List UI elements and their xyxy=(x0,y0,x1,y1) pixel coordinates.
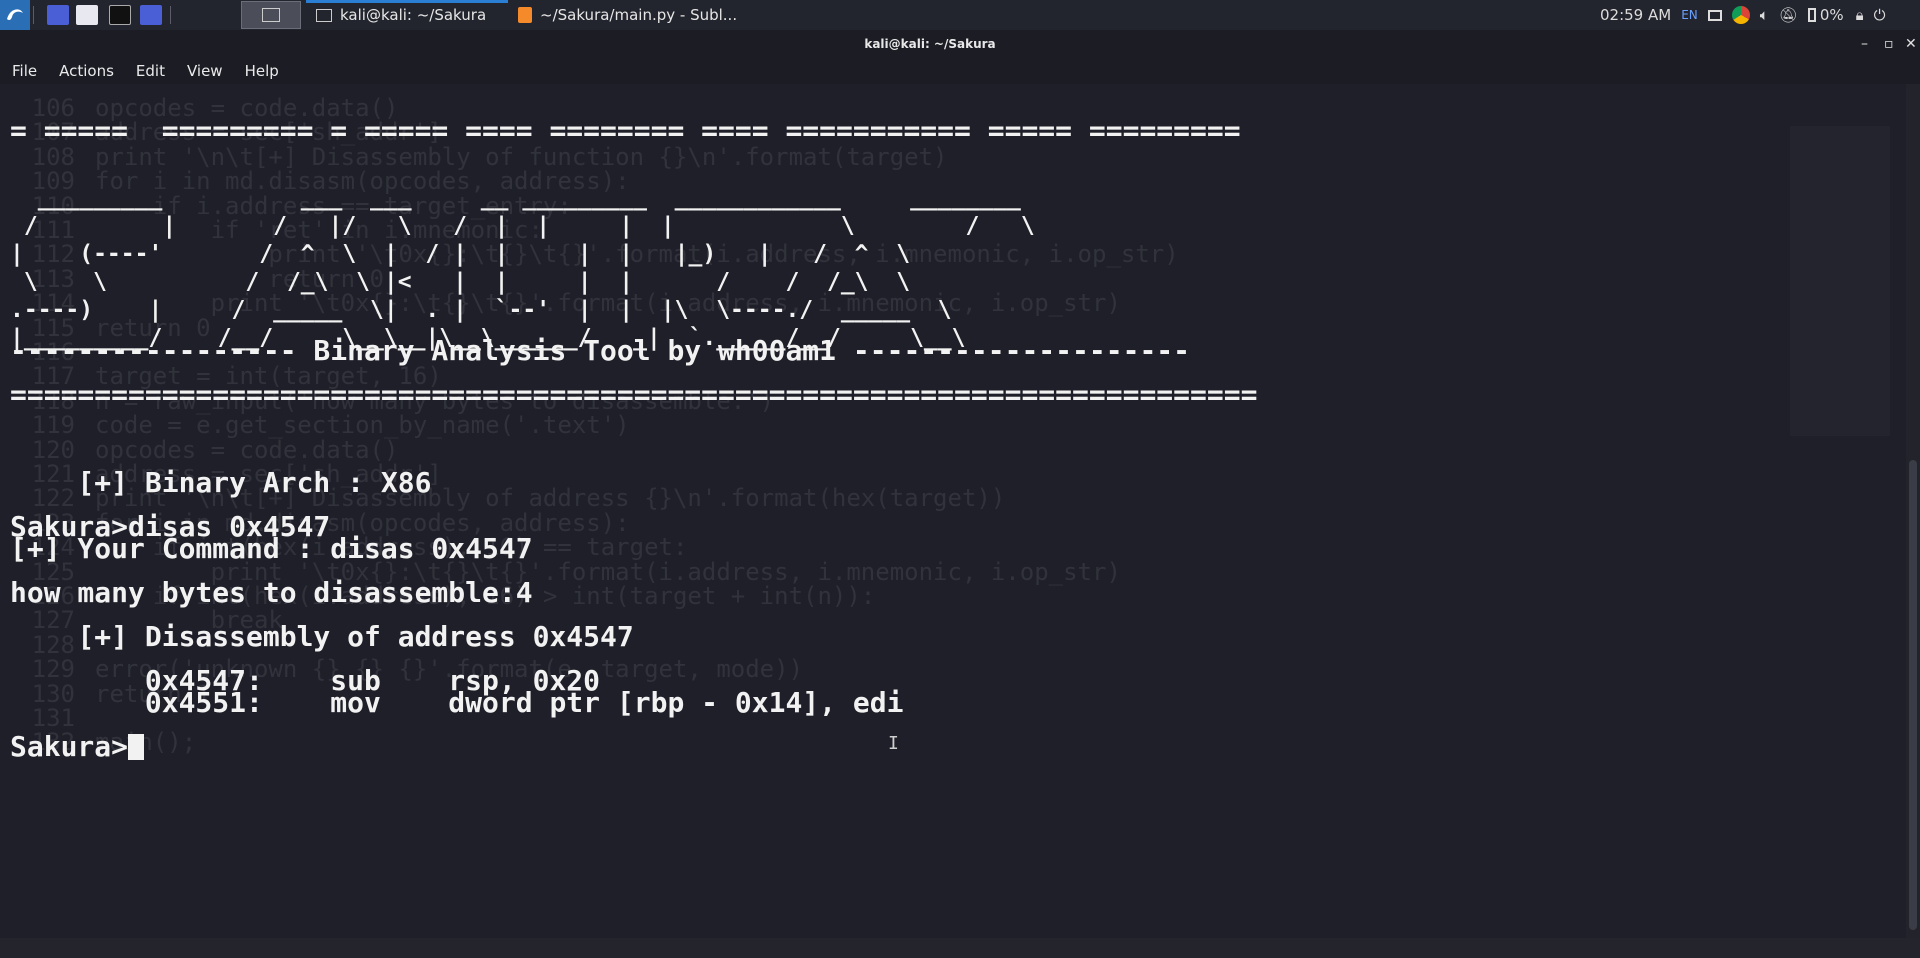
disassembly-header: [+] Disassembly of address 0x4547 xyxy=(10,620,634,653)
kali-menu-icon[interactable] xyxy=(0,0,30,30)
terminal-output[interactable]: = ===== ========= = ===== ==== ======== … xyxy=(10,84,1890,944)
display-icon[interactable] xyxy=(1707,9,1722,21)
sakura-ascii-banner: _________ ___ ___ __ _________ _________… xyxy=(10,185,1035,351)
bytes-prompt: how many bytes to disassemble:4 xyxy=(10,576,533,609)
panel-separator xyxy=(170,6,171,24)
disasm-line: 0x4551: mov dword ptr [rbp - 0x14], edi xyxy=(10,686,904,719)
mouse-ibeam-cursor: I xyxy=(888,733,899,754)
menu-actions[interactable]: Actions xyxy=(59,62,114,80)
minimize-icon[interactable]: – xyxy=(1861,36,1868,52)
keyboard-layout[interactable]: EN xyxy=(1681,8,1698,22)
menu-view[interactable]: View xyxy=(187,62,223,80)
editor-status-strip xyxy=(0,938,1920,958)
show-desktop-icon[interactable] xyxy=(47,5,69,25)
system-tray: 02:59 AM EN 🔈︎ 🔕︎ 0% 🔒︎ ⏻ xyxy=(1590,0,1885,30)
lock-icon[interactable]: 🔒︎ xyxy=(1856,6,1864,24)
subtitle-line: ----------------- Binary Analysis Tool b… xyxy=(10,334,1191,367)
terminal-icon xyxy=(316,8,332,22)
terminal-launcher-icon[interactable] xyxy=(109,5,131,25)
task-terminal[interactable]: kali@kali: ~/Sakura xyxy=(306,1,508,29)
battery-icon[interactable] xyxy=(1807,8,1816,22)
workspace-button[interactable] xyxy=(241,1,301,29)
chrome-icon[interactable] xyxy=(1731,6,1750,24)
clock[interactable]: 02:59 AM xyxy=(1600,6,1671,24)
menu-file[interactable]: File xyxy=(12,62,37,80)
file-manager-icon[interactable] xyxy=(76,5,98,25)
notifications-muted-icon[interactable]: 🔕︎ xyxy=(1779,6,1798,24)
task-label: ~/Sakura/main.py - Subl... xyxy=(540,6,738,24)
menu-help[interactable]: Help xyxy=(245,62,279,80)
task-sublime[interactable]: ~/Sakura/main.py - Subl... xyxy=(508,1,758,29)
top-panel: kali@kali: ~/Sakura ~/Sakura/main.py - S… xyxy=(0,0,1920,30)
text-cursor xyxy=(128,734,145,760)
panel-separator xyxy=(33,6,34,24)
close-icon[interactable]: ✕ xyxy=(1905,36,1917,52)
menu-edit[interactable]: Edit xyxy=(136,62,165,80)
maximize-icon[interactable]: ▫ xyxy=(1884,36,1894,52)
volume-icon[interactable]: 🔈︎ xyxy=(1760,6,1769,24)
menu-bar: File Actions Edit View Help xyxy=(0,58,1920,84)
battery-percent: 0% xyxy=(1819,6,1844,24)
window-titlebar[interactable]: kali@kali: ~/Sakura – ▫ ✕ xyxy=(0,30,1920,58)
divider-line: ========================================… xyxy=(10,378,1258,411)
power-icon[interactable]: ⏻ xyxy=(1874,6,1886,24)
prompt-text: Sakura> xyxy=(10,730,129,763)
scrollbar-thumb[interactable] xyxy=(1909,460,1917,930)
sublime-icon xyxy=(518,7,532,23)
window-title: kali@kali: ~/Sakura xyxy=(864,37,996,51)
terminal-icon xyxy=(262,8,280,22)
active-prompt[interactable]: Sakura> xyxy=(10,730,145,763)
browser-launcher-icon[interactable] xyxy=(140,5,162,25)
command-echo: [+] Your Command : disas 0x4547 xyxy=(10,532,533,565)
task-label: kali@kali: ~/Sakura xyxy=(340,6,487,24)
binary-arch-line: [+] Binary Arch : X86 xyxy=(10,466,432,499)
divider-line: = ===== ========= = ===== ==== ======== … xyxy=(10,114,1241,147)
